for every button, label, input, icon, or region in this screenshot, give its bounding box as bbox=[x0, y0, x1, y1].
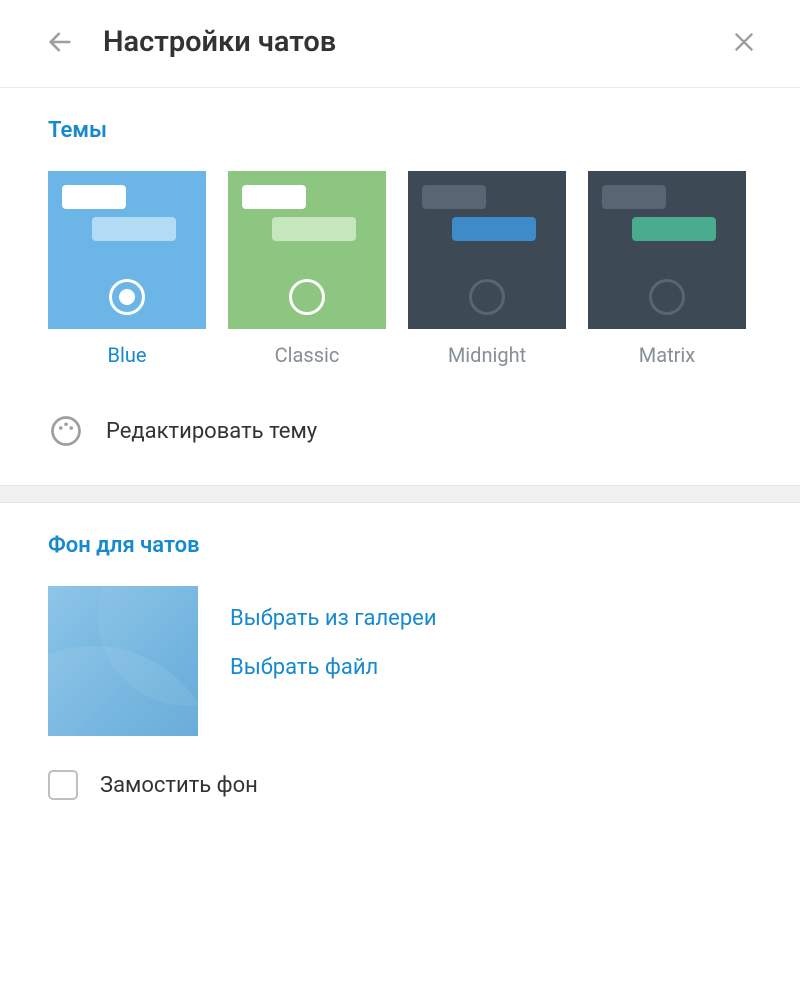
choose-from-gallery-button[interactable]: Выбрать из галереи bbox=[230, 606, 437, 631]
back-button[interactable] bbox=[45, 27, 75, 57]
background-section: Фон для чатов Выбрать из галереи Выбрать… bbox=[0, 503, 800, 830]
tile-checkbox-label: Замостить фон bbox=[100, 773, 258, 798]
theme-preview bbox=[48, 171, 206, 329]
theme-option-classic[interactable]: Classic bbox=[228, 171, 386, 367]
theme-preview bbox=[408, 171, 566, 329]
background-preview[interactable] bbox=[48, 586, 198, 736]
background-section-title: Фон для чатов bbox=[48, 533, 752, 558]
theme-option-matrix[interactable]: Matrix bbox=[588, 171, 746, 367]
theme-label: Matrix bbox=[639, 343, 695, 367]
background-actions: Выбрать из галереи Выбрать файл bbox=[230, 586, 437, 736]
choose-file-button[interactable]: Выбрать файл bbox=[230, 655, 437, 680]
tile-background-toggle[interactable]: Замостить фон bbox=[48, 770, 752, 800]
chat-bubble-incoming bbox=[602, 185, 666, 209]
chat-bubble-outgoing bbox=[272, 217, 356, 241]
chat-bubble-outgoing bbox=[452, 217, 536, 241]
background-row: Выбрать из галереи Выбрать файл bbox=[48, 586, 752, 736]
edit-theme-button[interactable]: Редактировать тему bbox=[48, 407, 752, 455]
theme-radio-icon bbox=[469, 279, 505, 315]
theme-label: Classic bbox=[275, 343, 340, 367]
themes-section-title: Темы bbox=[48, 118, 752, 143]
theme-label: Blue bbox=[108, 343, 147, 367]
theme-preview bbox=[588, 171, 746, 329]
close-icon bbox=[731, 29, 757, 55]
chat-bubble-outgoing bbox=[632, 217, 716, 241]
theme-radio-icon bbox=[649, 279, 685, 315]
theme-option-blue[interactable]: Blue bbox=[48, 171, 206, 367]
themes-section: Темы Blue Classic Midnight Matrix Редактиро… bbox=[0, 88, 800, 485]
theme-label: Midnight bbox=[448, 343, 526, 367]
theme-radio-icon bbox=[109, 279, 145, 315]
edit-theme-label: Редактировать тему bbox=[106, 419, 317, 444]
close-button[interactable] bbox=[728, 26, 760, 58]
chat-bubble-incoming bbox=[242, 185, 306, 209]
section-divider bbox=[0, 485, 800, 503]
arrow-left-icon bbox=[46, 28, 74, 56]
chat-bubble-outgoing bbox=[92, 217, 176, 241]
chat-bubble-incoming bbox=[422, 185, 486, 209]
theme-preview bbox=[228, 171, 386, 329]
tile-checkbox[interactable] bbox=[48, 770, 78, 800]
theme-radio-icon bbox=[289, 279, 325, 315]
header: Настройки чатов bbox=[0, 0, 800, 88]
theme-radio-selected-dot bbox=[119, 289, 135, 305]
page-title: Настройки чатов bbox=[103, 25, 728, 59]
themes-list: Blue Classic Midnight Matrix bbox=[48, 171, 752, 367]
theme-option-midnight[interactable]: Midnight bbox=[408, 171, 566, 367]
palette-icon bbox=[48, 413, 84, 449]
chat-bubble-incoming bbox=[62, 185, 126, 209]
